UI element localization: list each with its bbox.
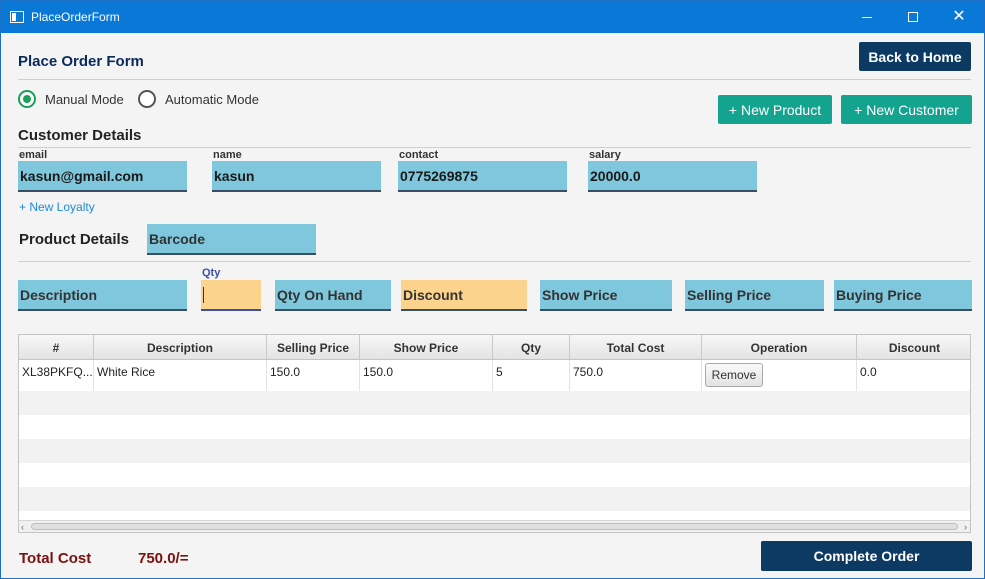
name-label: name — [213, 149, 242, 161]
total-cost-label: Total Cost — [19, 550, 92, 567]
minimize-button[interactable] — [844, 1, 890, 33]
salary-label: salary — [589, 149, 621, 161]
cell-show-price: 150.0 — [360, 360, 493, 391]
column-header-id[interactable]: # — [19, 335, 94, 360]
page-title: Place Order Form — [18, 53, 144, 70]
empty-table-row — [19, 391, 970, 415]
table-header: # Description Selling Price Show Price Q… — [19, 335, 970, 360]
empty-table-row — [19, 463, 970, 487]
qty-input[interactable] — [201, 280, 261, 311]
radio-unselected-icon — [138, 90, 156, 108]
scroll-left-icon[interactable]: ‹ — [21, 521, 24, 532]
new-customer-button[interactable]: + New Customer — [841, 95, 972, 124]
column-header-show-price[interactable]: Show Price — [360, 335, 493, 360]
manual-mode-radio[interactable]: Manual Mode — [18, 90, 124, 108]
manual-mode-label: Manual Mode — [45, 91, 124, 107]
radio-selected-icon — [18, 90, 36, 108]
horizontal-scrollbar[interactable]: ‹ › — [19, 520, 970, 532]
new-product-button[interactable]: + New Product — [718, 95, 832, 124]
contact-field[interactable]: 0775269875 — [398, 161, 567, 192]
cell-selling-price: 150.0 — [267, 360, 360, 391]
remove-button[interactable]: Remove — [705, 363, 763, 387]
empty-table-row — [19, 487, 970, 511]
description-input[interactable]: Description — [18, 280, 187, 311]
cell-total-cost: 750.0 — [570, 360, 702, 391]
customer-details-heading: Customer Details — [18, 127, 142, 144]
place-order-window: PlaceOrderForm ✕ Place Order Form Back t… — [0, 0, 985, 579]
name-field[interactable]: kasun — [212, 161, 381, 192]
email-field[interactable]: kasun@gmail.com — [18, 161, 187, 192]
contact-label: contact — [399, 149, 439, 161]
column-header-total-cost[interactable]: Total Cost — [570, 335, 702, 360]
order-items-table: # Description Selling Price Show Price Q… — [18, 334, 971, 533]
empty-table-row — [19, 439, 970, 463]
qty-label: Qty — [202, 267, 221, 279]
column-header-description[interactable]: Description — [94, 335, 267, 360]
close-button[interactable]: ✕ — [936, 1, 982, 33]
new-loyalty-link[interactable]: + New Loyalty — [19, 200, 95, 214]
column-header-qty[interactable]: Qty — [493, 335, 570, 360]
minimize-icon — [862, 16, 872, 18]
salary-field[interactable]: 20000.0 — [588, 161, 757, 192]
divider — [18, 147, 971, 148]
discount-input[interactable]: Discount — [401, 280, 527, 311]
maximize-button[interactable] — [890, 1, 936, 33]
cell-description: White Rice — [94, 360, 267, 391]
cell-operation: Remove — [702, 360, 857, 391]
total-cost-value: 750.0/= — [138, 550, 189, 567]
column-header-selling-price[interactable]: Selling Price — [267, 335, 360, 360]
app-window-icon — [10, 11, 24, 23]
divider — [18, 79, 971, 80]
cell-qty: 5 — [493, 360, 570, 391]
email-label: email — [19, 149, 48, 161]
buying-price-input[interactable]: Buying Price — [834, 280, 972, 311]
show-price-input[interactable]: Show Price — [540, 280, 672, 311]
close-icon: ✕ — [952, 8, 966, 25]
divider — [18, 261, 971, 262]
column-header-operation[interactable]: Operation — [702, 335, 857, 360]
qty-on-hand-input[interactable]: Qty On Hand — [275, 280, 391, 311]
table-row[interactable]: XL38PKFQ... White Rice 150.0 150.0 5 750… — [19, 360, 970, 391]
cell-discount: 0.0 — [860, 365, 877, 379]
scrollbar-thumb[interactable] — [31, 523, 958, 530]
empty-table-row — [19, 415, 970, 439]
scroll-right-icon[interactable]: › — [964, 521, 967, 532]
back-to-home-button[interactable]: Back to Home — [859, 42, 971, 71]
product-details-heading: Product Details — [19, 231, 130, 248]
column-header-discount[interactable]: Discount — [857, 335, 970, 360]
window-title: PlaceOrderForm — [31, 10, 120, 24]
cell-id: XL38PKFQ... — [19, 360, 94, 391]
selling-price-input[interactable]: Selling Price — [685, 280, 824, 311]
title-bar: PlaceOrderForm ✕ — [1, 1, 984, 33]
complete-order-button[interactable]: Complete Order — [761, 541, 972, 571]
barcode-input[interactable]: Barcode — [147, 224, 316, 255]
maximize-icon — [908, 12, 918, 22]
automatic-mode-radio[interactable]: Automatic Mode — [138, 90, 259, 108]
text-cursor — [203, 286, 204, 303]
automatic-mode-label: Automatic Mode — [165, 91, 259, 107]
